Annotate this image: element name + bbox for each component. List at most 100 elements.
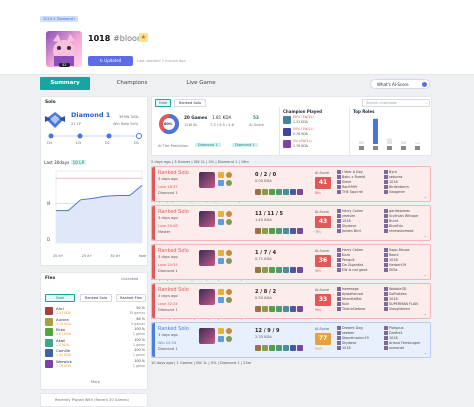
champion-icon [337,219,341,223]
filter-ranked-solo[interactable]: Ranked Solo [174,99,206,107]
match-row[interactable]: Ranked Solo 3 days ago Win 24:54 Diamond… [151,322,431,358]
chevron-down-icon[interactable]: ⌄ [424,194,427,199]
item-icon [297,345,303,351]
item-icon [269,189,275,195]
champion-wr: 50% (1W/1L) [293,127,314,131]
filter-total[interactable]: Total [45,294,75,302]
champion-icon [384,336,388,340]
player-name[interactable]: Jordan Bird [337,229,363,234]
champion-kda: 0.76 KDA [293,132,308,136]
match-ago: 3 days ago [158,333,178,337]
champion-icon [337,229,341,233]
player-name[interactable]: EW is not good [337,268,367,273]
top-roles: Top Roles [349,107,431,155]
champion-icon [337,287,341,291]
champion-icon [199,250,215,266]
rank-badge: MVP [315,347,323,351]
champion-icon [384,268,388,272]
match-result: Win 24:54 [158,341,177,345]
match-ago: 3 days ago [158,216,178,220]
champion-kda: 1.54 KDA [56,353,71,357]
list-item[interactable]: Warwick 1.76 KDA 100 % 1 game [45,359,145,370]
player-name[interactable]: Swagmer [384,190,409,195]
item-icon [255,345,261,351]
filter-total[interactable]: Total [155,99,171,107]
search-input[interactable]: Search champion ⌕ [362,99,430,107]
chevron-down-icon[interactable]: ⌄ [424,350,427,355]
champion-kda: 1.76 KDA [56,363,71,368]
player-name[interactable]: shrewshrewed [384,229,419,234]
item-icon [276,345,282,351]
list-item: 0% (0W/1L) 1.76 KDA [283,139,349,150]
result-bar [152,284,155,318]
match-row[interactable]: Ranked Solo 3 days ago Lose 24:33 Diamon… [151,244,431,280]
champion-played-list: 60% (3W/2L) 1.33 KDA 50% (1W/1L) 0.76 KD… [283,115,349,150]
player-name[interactable]: Slaughtered [384,307,418,312]
rank-progress-track [48,133,142,139]
tab-live-game[interactable]: Live Game [168,77,234,90]
champion-icon [337,214,341,218]
player-name[interactable]: oxmanet [384,346,420,351]
day-header: 10 days ago | 1 Games | 0W 1L | 0% | Dia… [151,361,252,365]
champion-icon [384,175,388,179]
queue-type: Ranked Solo [158,170,189,176]
champion-games: 9 games [131,321,145,326]
champion-icon [337,326,341,330]
match-row[interactable]: Ranked Solo 3 days ago Lose 20:08 Master… [151,205,431,241]
champion-icon [337,331,341,335]
favorite-star-icon[interactable]: ★ [139,33,148,42]
chevron-down-icon[interactable]: ⌄ [424,311,427,316]
match-result: Lose 20:08 [158,224,178,228]
solo-rank-card: Solo Diamond 1 21 LP 399W 345L Win Rate … [40,96,148,266]
flex-title: Flex [45,276,56,281]
filter-ranked-solo[interactable]: Ranked Solo [80,294,112,302]
avatar-art-icon [53,34,75,66]
ai-tier-label: AI Tier Prediction [158,144,189,148]
player-name[interactable]: SKSe [384,268,410,273]
player-name[interactable]: 1018 [337,346,369,351]
player-name[interactable]: ThanicDebnor [337,307,366,312]
chevron-down-icon[interactable]: ⌄ [424,272,427,277]
champion-wr: 0% (0W/1L) [293,139,312,143]
match-row[interactable]: Ranked Solo 3 days ago Lose 18:37 Diamon… [151,166,431,202]
tab-summary[interactable]: Summary [40,77,90,90]
item-icon [283,189,289,195]
champion-wr: 100 % [134,358,145,363]
champion-games: 1 game [132,332,145,336]
update-button[interactable]: ↻ Updated [88,56,133,66]
team-list: Harry Cohen yeeisim 1018 Skydave Jordan Bird [337,209,363,234]
kda-ratio: 0.71 KDA [255,257,272,261]
role-icon [415,146,420,150]
list-item[interactable]: Ahri 2.53 KDA 50 % 35 games [45,306,145,317]
item-icon [269,345,275,351]
list-item[interactable]: Akali 1.5 KDA 100 % 1 game [45,338,145,349]
player-name[interactable]: THE Squirrel [337,190,365,195]
champion-wr: 50 % [136,306,145,310]
item-icon [297,267,303,273]
list-item[interactable]: Camille 1.54 KDA 100 % 1 game [45,348,145,359]
tab-champions[interactable]: Champions [98,77,166,90]
champion-icon [384,341,388,345]
filter-ranked-flex[interactable]: Ranked Flex [116,294,146,302]
solo-tier: Diamond 1 [71,111,111,119]
recent-played-title: Recently Played With (Recent 20 Games) [55,398,129,402]
list-item[interactable]: Aurora 3.16 KDA 64 % 9 games [45,317,145,328]
chevron-down-icon[interactable]: ⌄ [424,233,427,238]
rank-tick: D4 [47,141,53,145]
spell-icon [218,172,224,178]
match-ago: 3 days ago [158,177,178,181]
list-item: 50% (1W/1L) 0.76 KDA [283,127,349,138]
champion-wr: 64 % [136,316,145,321]
item-icon [276,189,282,195]
role-icon [387,146,392,150]
season-badge: 2024 S Diamond I [40,16,79,22]
x-tick-label: 20 d+ [53,254,64,258]
champion-icon [45,317,53,326]
ai-score-button[interactable]: What's AI-Score [370,79,430,89]
list-item[interactable]: Ekko 3.67 KDA 100 % 1 game [45,327,145,338]
champion-icon [337,170,341,174]
more-button[interactable]: More [91,380,100,384]
match-row[interactable]: Ranked Solo 3 days ago Lose 32:24 Diamon… [151,283,431,319]
champion-icon [384,287,388,291]
spell-icon [218,258,224,264]
